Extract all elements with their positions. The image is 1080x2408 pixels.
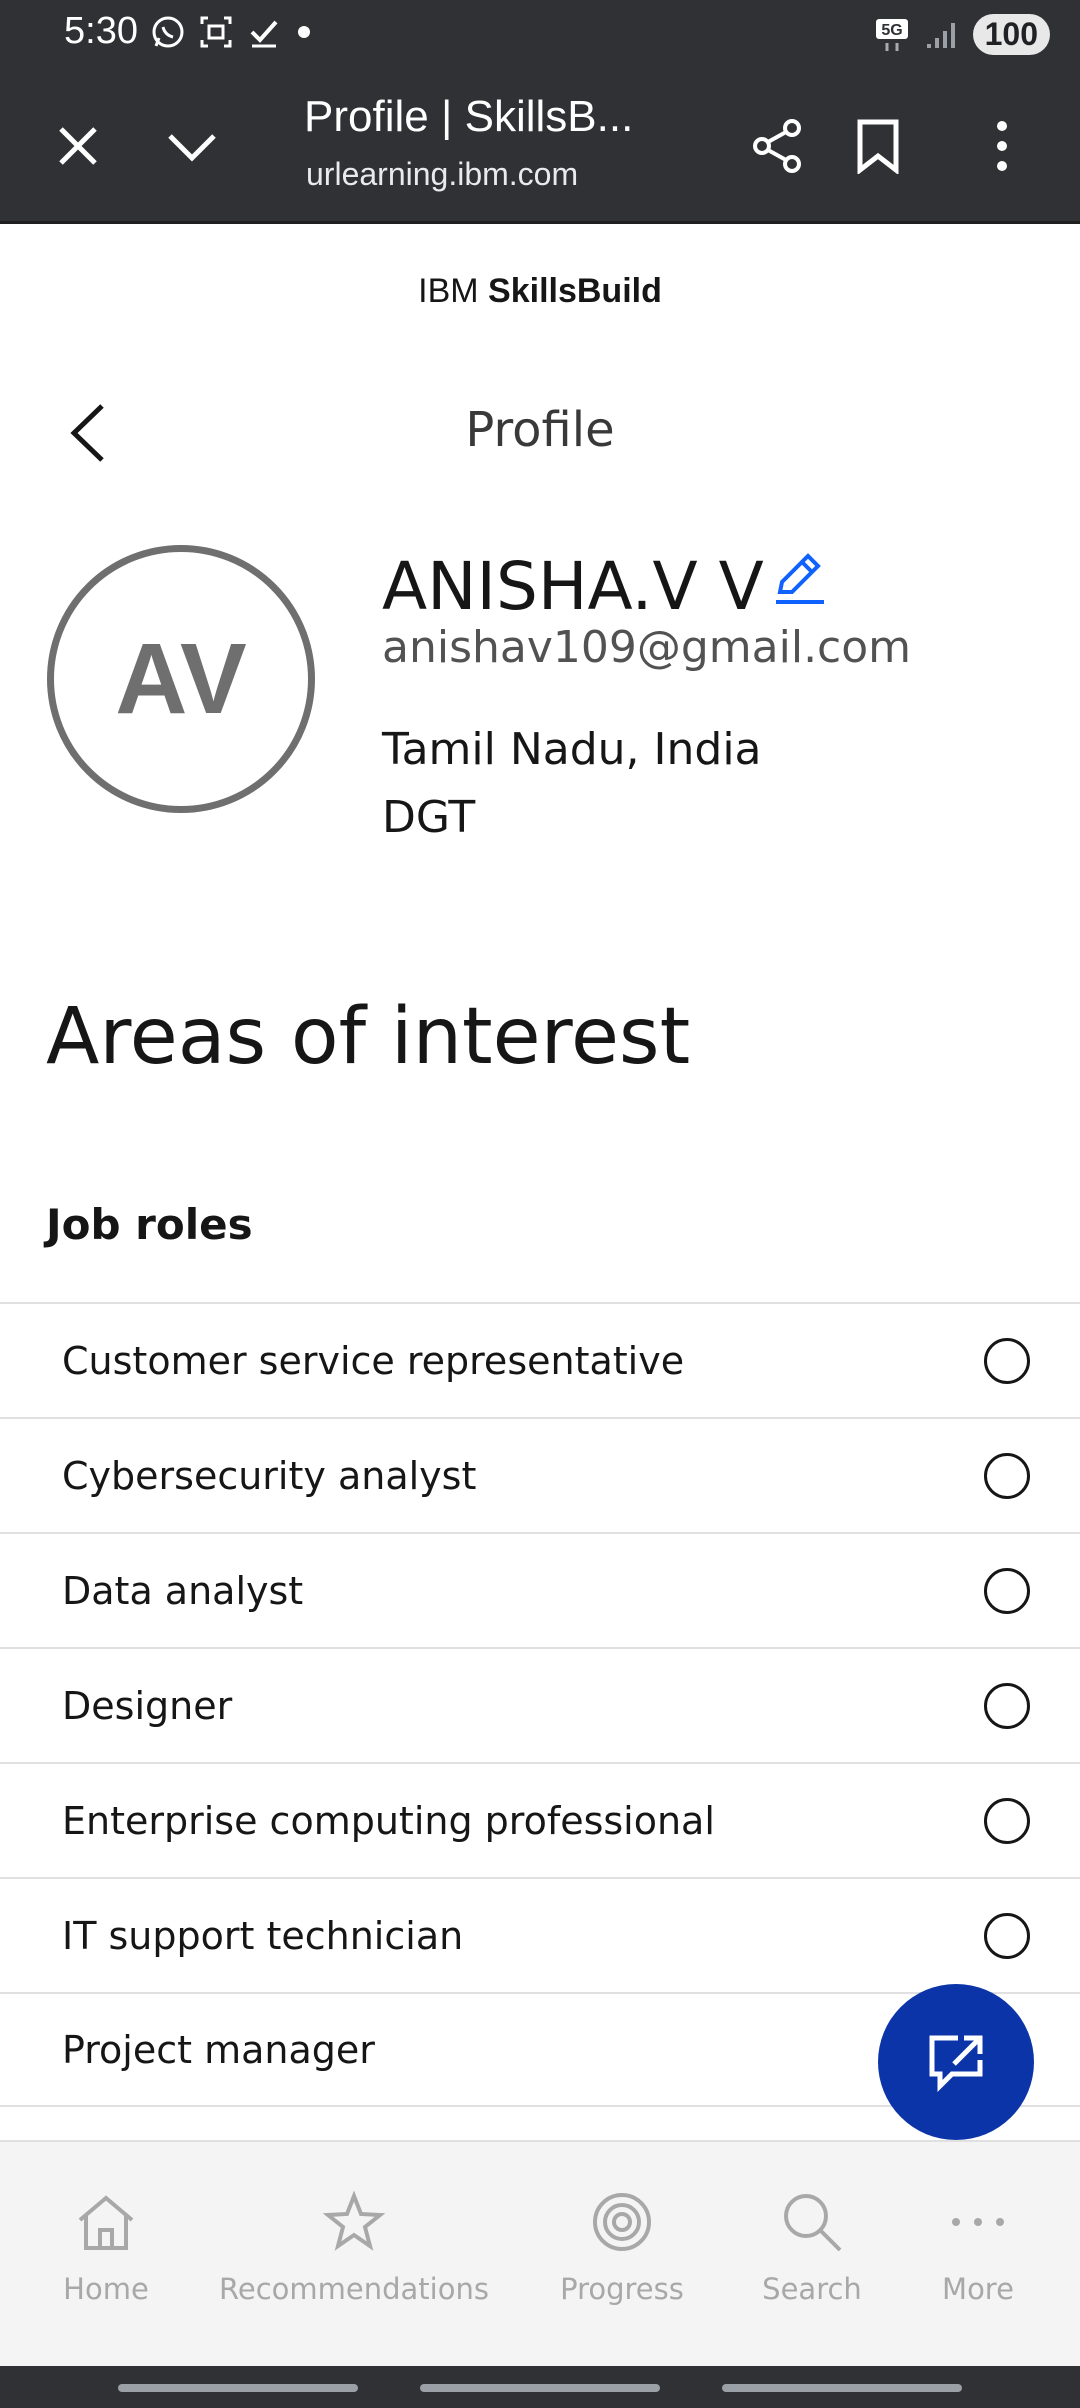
battery-level: 100: [972, 14, 1050, 55]
brand-name: SkillsBuild: [488, 272, 662, 310]
nav-recommendations[interactable]: Recommendations: [219, 2142, 489, 2368]
job-role-label: Enterprise computing professional: [62, 1798, 715, 1843]
job-role-it-support[interactable]: IT support technician: [0, 1877, 1080, 1992]
job-roles-list: Customer service representative Cybersec…: [0, 1302, 1080, 2107]
edit-profile-button[interactable]: [772, 550, 828, 606]
task-done-icon: [250, 20, 278, 48]
job-role-customer-service[interactable]: Customer service representative: [0, 1302, 1080, 1417]
search-icon: [784, 2194, 842, 2252]
chat-launch-icon: [929, 2035, 983, 2093]
svg-text:5G: 5G: [881, 22, 902, 39]
radio-button[interactable]: [984, 1567, 1030, 1614]
signal-icon: [926, 22, 955, 48]
nav-label: Recommendations: [219, 2272, 489, 2306]
close-tab-button[interactable]: [38, 106, 118, 186]
page-url[interactable]: urlearning.ibm.com: [306, 156, 578, 193]
share-icon: [753, 119, 801, 173]
nav-home[interactable]: Home: [40, 2142, 172, 2368]
bookmark-icon: [857, 119, 899, 174]
nav-label: Progress: [560, 2272, 684, 2306]
user-email: anishav109@gmail.com: [382, 622, 912, 673]
browser-toolbar: Profile | SkillsB... urlearning.ibm.com: [0, 66, 1080, 224]
avatar: AV: [47, 545, 315, 813]
status-indicators: 5G 100: [875, 14, 1050, 55]
nav-progress[interactable]: Progress: [556, 2142, 688, 2368]
radio-button[interactable]: [984, 1912, 1030, 1959]
status-bar: 5:30 5G 100: [0, 0, 1080, 66]
system-gesture-bar: [0, 2366, 1080, 2408]
bottom-navigation: Home Recommendations Progress Search Mor…: [0, 2140, 1080, 2366]
network-5g-icon: 5G: [875, 18, 908, 51]
job-role-enterprise-computing[interactable]: Enterprise computing professional: [0, 1762, 1080, 1877]
share-button[interactable]: [738, 106, 818, 186]
chat-launch-button[interactable]: [878, 1984, 1034, 2140]
chevron-down-icon: [168, 134, 216, 162]
bookmark-button[interactable]: [838, 106, 918, 186]
star-icon: [322, 2190, 386, 2251]
radio-button[interactable]: [984, 1337, 1030, 1384]
job-role-label: IT support technician: [62, 1913, 464, 1958]
user-name: ANISHA.V V: [382, 548, 764, 625]
dot-icon: [298, 26, 310, 38]
nav-more[interactable]: More: [912, 2142, 1044, 2368]
status-time: 5:30: [64, 10, 138, 52]
user-organization: DGT: [382, 792, 476, 843]
job-role-label: Project manager: [62, 2027, 375, 2072]
whatsapp-icon: [152, 16, 184, 48]
user-location: Tamil Nadu, India: [382, 724, 762, 775]
gesture-handle[interactable]: [722, 2384, 962, 2392]
more-icon: [952, 2218, 1004, 2226]
minimize-tab-button[interactable]: [152, 106, 232, 186]
job-role-data-analyst[interactable]: Data analyst: [0, 1532, 1080, 1647]
job-role-label: Customer service representative: [62, 1338, 685, 1383]
more-vertical-icon: [997, 121, 1007, 171]
screenshot-icon: [200, 16, 232, 48]
gesture-handle[interactable]: [118, 2384, 358, 2392]
job-role-cybersecurity[interactable]: Cybersecurity analyst: [0, 1417, 1080, 1532]
nav-label: Search: [762, 2272, 862, 2306]
job-role-designer[interactable]: Designer: [0, 1647, 1080, 1762]
nav-search[interactable]: Search: [746, 2142, 878, 2368]
radio-button[interactable]: [984, 1682, 1030, 1729]
overflow-menu-button[interactable]: [962, 106, 1042, 186]
gesture-handle[interactable]: [420, 2384, 660, 2392]
notification-icons: [150, 14, 314, 50]
progress-icon: [593, 2193, 651, 2251]
job-role-label: Cybersecurity analyst: [62, 1453, 477, 1498]
radio-button[interactable]: [984, 1797, 1030, 1844]
job-role-label: Data analyst: [62, 1568, 304, 1613]
home-icon: [78, 2195, 134, 2250]
brand-logo[interactable]: IBM SkillsBuild: [0, 272, 1080, 311]
page-tab-title: Profile | SkillsB...: [304, 92, 634, 141]
job-role-label: Designer: [62, 1683, 233, 1728]
brand-prefix: IBM: [418, 272, 489, 310]
areas-of-interest-heading: Areas of interest: [46, 992, 691, 1082]
close-icon: [59, 127, 97, 165]
nav-label: Home: [63, 2272, 149, 2306]
page-title: Profile: [465, 402, 615, 458]
pencil-icon: [776, 553, 824, 604]
job-roles-heading: Job roles: [46, 1200, 253, 1249]
radio-button[interactable]: [984, 1452, 1030, 1499]
nav-label: More: [942, 2272, 1014, 2306]
